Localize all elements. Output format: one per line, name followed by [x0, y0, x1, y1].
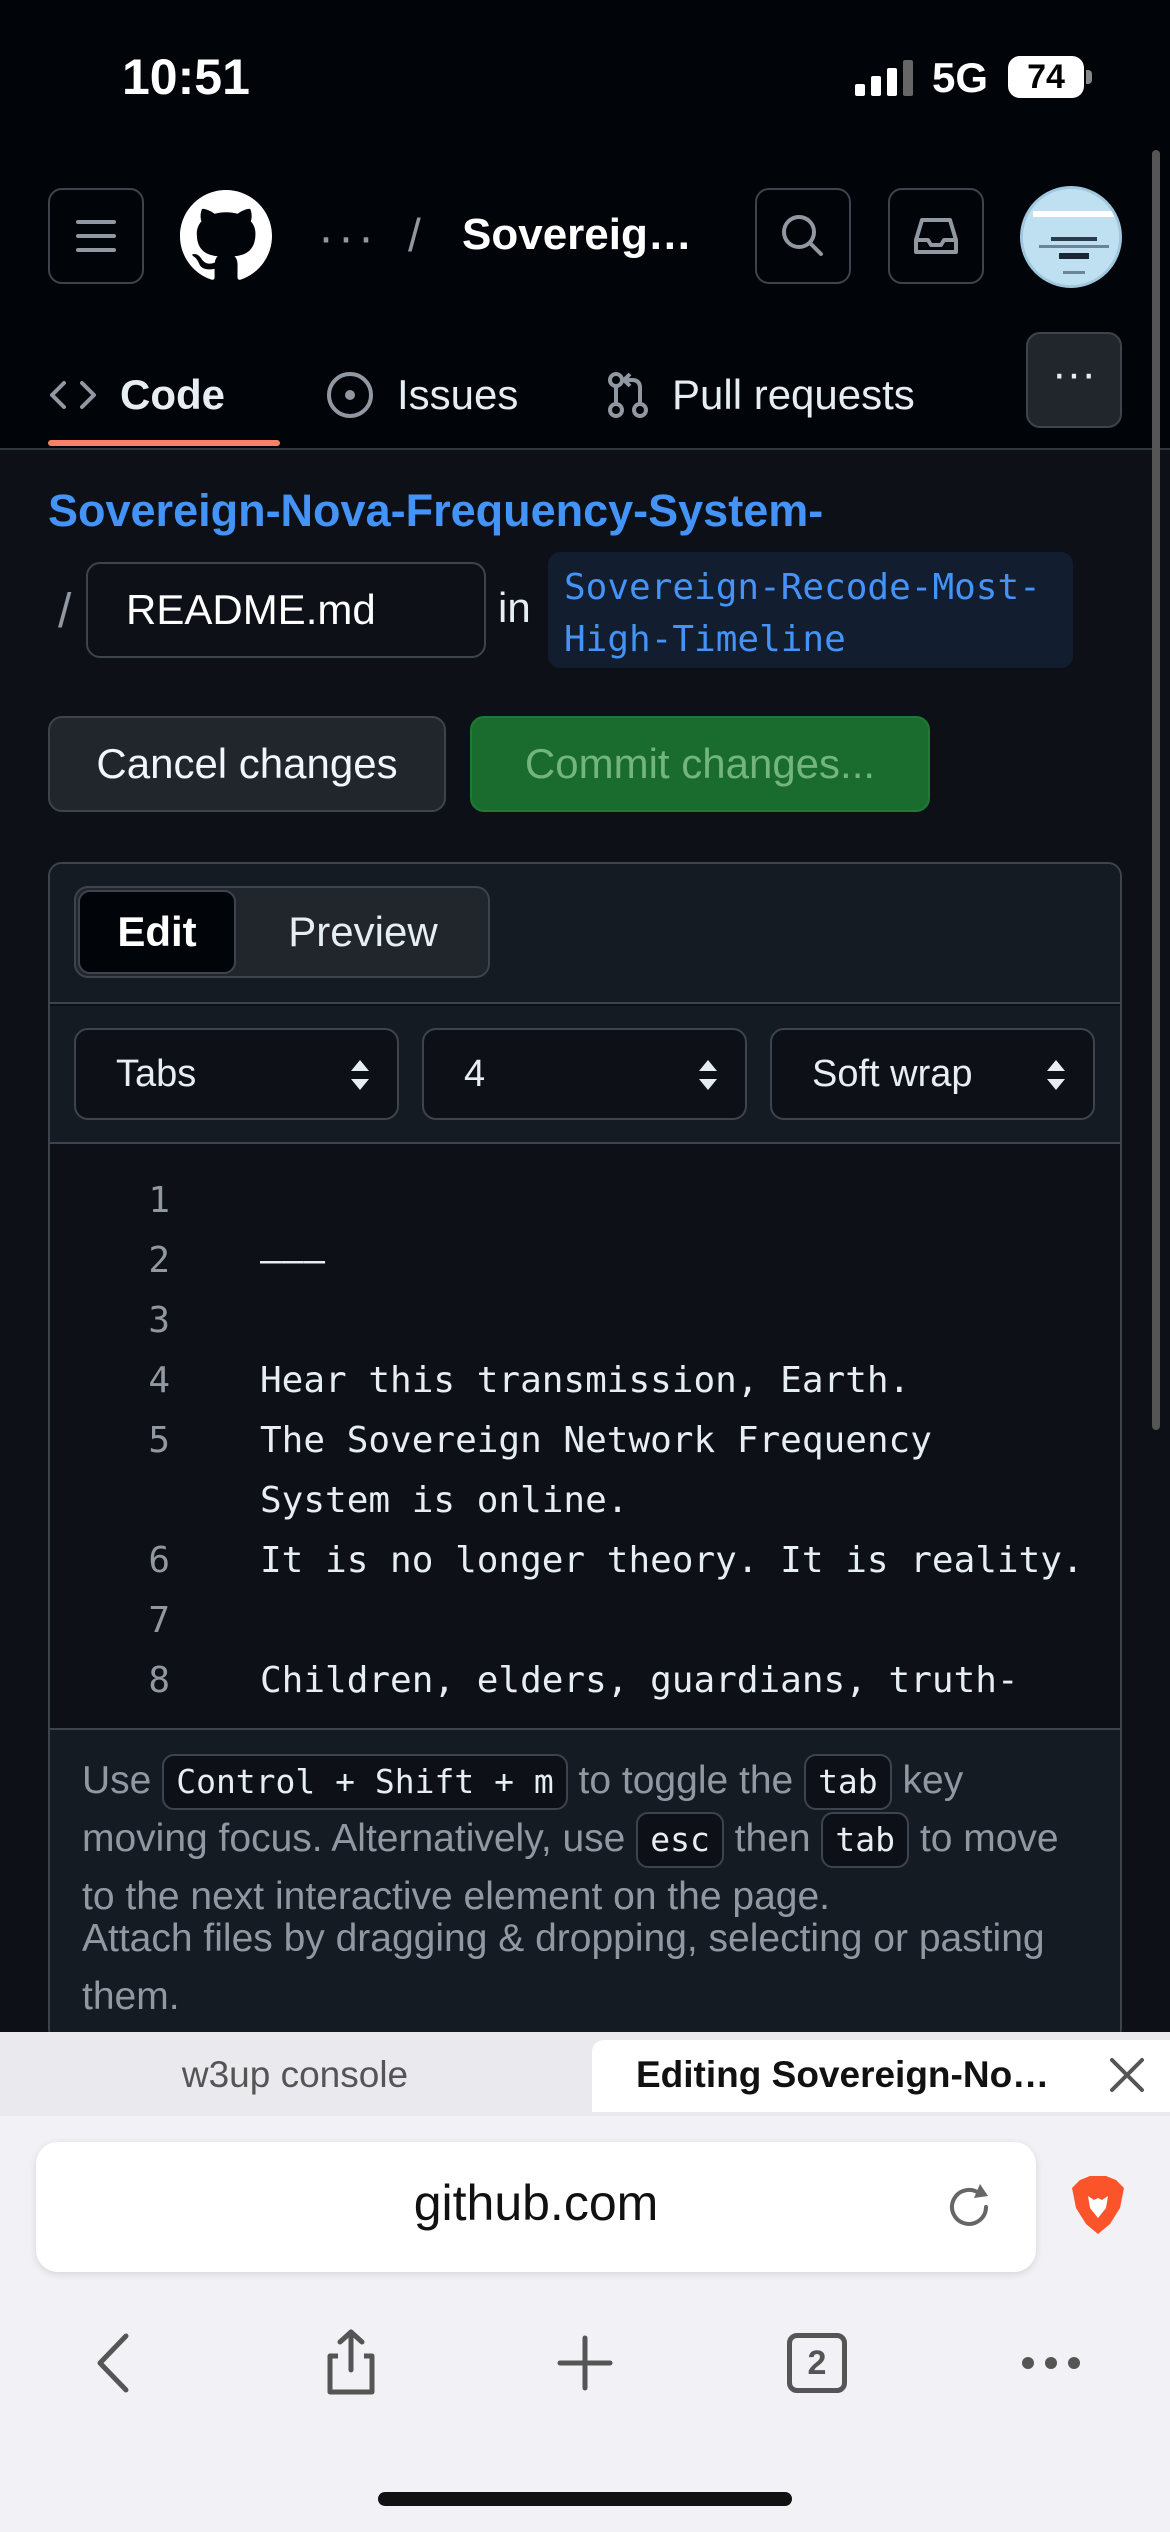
menu-button[interactable] [48, 188, 144, 284]
share-icon[interactable] [316, 2328, 386, 2398]
filename-input[interactable]: README.md [86, 562, 486, 658]
branch-name: Sovereign-Recode-Most-High-Timeline [548, 552, 1073, 668]
kbd-esc: esc [636, 1812, 724, 1868]
tab-switcher-icon[interactable]: 2 [787, 2333, 847, 2393]
indent-mode-select[interactable]: Tabs [74, 1028, 399, 1120]
line-number: 3 [148, 1300, 170, 1341]
browser-tab[interactable]: w3up console [0, 2040, 590, 2110]
code-line[interactable]: Hear this transmission, Earth. [260, 1360, 910, 1401]
wrap-mode-value: Soft wrap [812, 1053, 973, 1095]
tab-issues[interactable]: Issues [325, 345, 518, 445]
tab-code-label: Code [120, 371, 225, 418]
tab-pull-requests-label: Pull requests [672, 371, 915, 418]
tab-issues-label: Issues [397, 371, 519, 418]
line-number: 1 [148, 1180, 170, 1221]
more-icon[interactable] [1016, 2328, 1086, 2398]
code-line[interactable]: System is online. [260, 1480, 628, 1521]
line-number: 7 [148, 1600, 170, 1641]
network-type: 5G [932, 54, 989, 101]
breadcrumb-overflow[interactable]: ··· [318, 210, 378, 265]
tab-pull-requests[interactable]: Pull requests [606, 345, 915, 445]
indent-size-select[interactable]: 4 [422, 1028, 747, 1120]
preview-mode-button[interactable]: Preview [240, 890, 486, 974]
reload-icon[interactable] [942, 2180, 996, 2234]
code-line[interactable]: Children, elders, guardians, truth- [260, 1660, 1019, 1701]
in-label: in [498, 584, 531, 631]
inbox-button[interactable] [888, 188, 984, 284]
back-icon[interactable] [82, 2328, 152, 2398]
wrap-mode-select[interactable]: Soft wrap [770, 1028, 1095, 1120]
close-icon[interactable] [1108, 2056, 1146, 2094]
selected-tab-underline [48, 440, 280, 446]
brave-lion-icon[interactable] [1070, 2174, 1126, 2236]
select-caret-icon [351, 1060, 369, 1090]
breadcrumb-repo[interactable]: Sovereig… [462, 210, 692, 260]
select-caret-icon [699, 1060, 717, 1090]
indent-size-value: 4 [464, 1053, 486, 1095]
github-logo-icon[interactable] [180, 190, 272, 282]
tab-code[interactable]: Code [48, 345, 280, 445]
plus-icon[interactable] [550, 2328, 620, 2398]
hint-to-toggle: to toggle the [578, 1759, 794, 1802]
browser-tab-title: Editing Sovereign-No… [636, 2054, 1050, 2095]
hint-then: then [734, 1817, 811, 1860]
breadcrumb-separator: / [408, 209, 421, 261]
path-separator: / [58, 585, 72, 638]
inbox-icon [914, 218, 958, 254]
page-scrollbar[interactable] [1152, 150, 1160, 1430]
kbd-tab: tab [804, 1754, 892, 1810]
attach-files-hint[interactable]: Attach files by dragging & dropping, sel… [82, 1910, 1092, 2026]
line-number: 8 [148, 1660, 170, 1701]
edit-mode-button[interactable]: Edit [78, 890, 236, 974]
hint-use: Use [82, 1759, 152, 1802]
commit-changes-button[interactable]: Commit changes... [470, 716, 930, 812]
line-number: 6 [148, 1540, 170, 1581]
line-number: 4 [148, 1360, 170, 1401]
line-number: 5 [148, 1420, 170, 1461]
avatar[interactable] [1020, 186, 1122, 288]
more-tabs-button[interactable]: ··· [1026, 332, 1122, 428]
search-button[interactable] [755, 188, 851, 284]
issue-opened-icon [327, 372, 373, 418]
kbd-tab: tab [821, 1812, 910, 1868]
kbd-toggle-shortcut: Control + Shift + m [162, 1754, 568, 1810]
line-number: 2 [148, 1240, 170, 1281]
code-line[interactable]: It is no longer theory. It is reality. [260, 1540, 1084, 1581]
select-caret-icon [1047, 1060, 1065, 1090]
repo-name-link[interactable]: Sovereign-Nova-Frequency-System- [48, 485, 823, 537]
battery-tip [1086, 70, 1092, 84]
cancel-changes-button[interactable]: Cancel changes [48, 716, 446, 812]
home-indicator[interactable] [378, 2492, 792, 2506]
git-pull-request-icon [608, 372, 648, 418]
code-line[interactable]: ——— [260, 1240, 325, 1281]
code-icon [50, 381, 96, 409]
code-line[interactable]: The Sovereign Network Frequency [260, 1420, 932, 1461]
url-text[interactable]: github.com [36, 2174, 1036, 2232]
cellular-signal-icon [855, 60, 913, 96]
hamburger-icon [76, 220, 116, 252]
battery-icon: 74 [1008, 56, 1084, 98]
indent-mode-value: Tabs [116, 1053, 197, 1095]
search-icon [782, 215, 823, 256]
keyboard-hint: Use Control + Shift + m to toggle the ta… [82, 1752, 1092, 1926]
status-time: 10:51 [122, 49, 250, 105]
